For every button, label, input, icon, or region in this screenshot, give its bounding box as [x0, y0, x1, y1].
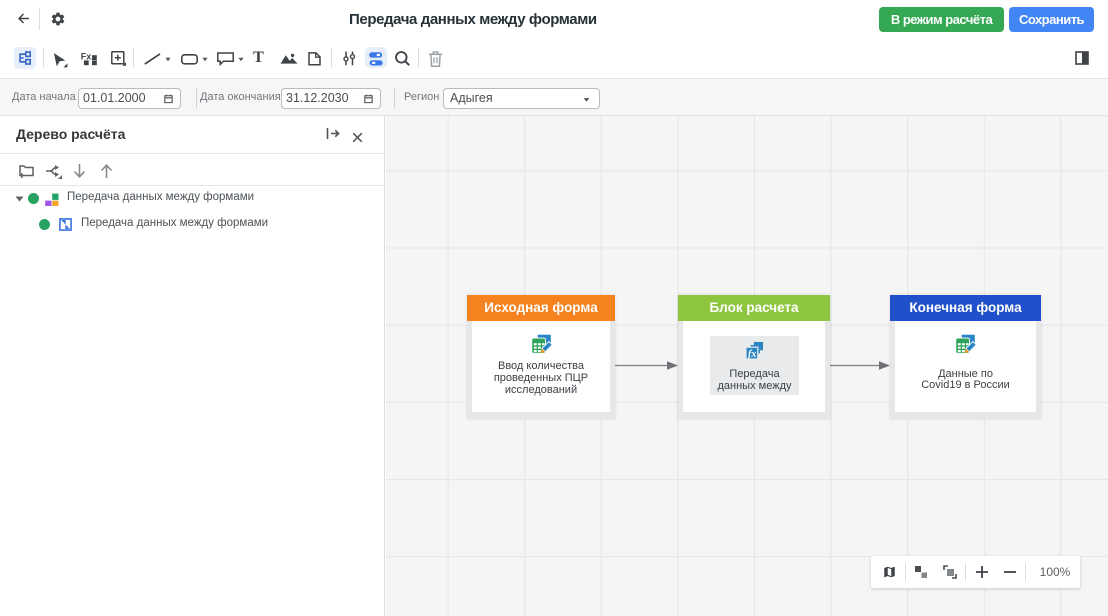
svg-text:Fx: Fx	[81, 51, 92, 61]
svg-text:fx: fx	[748, 349, 756, 360]
